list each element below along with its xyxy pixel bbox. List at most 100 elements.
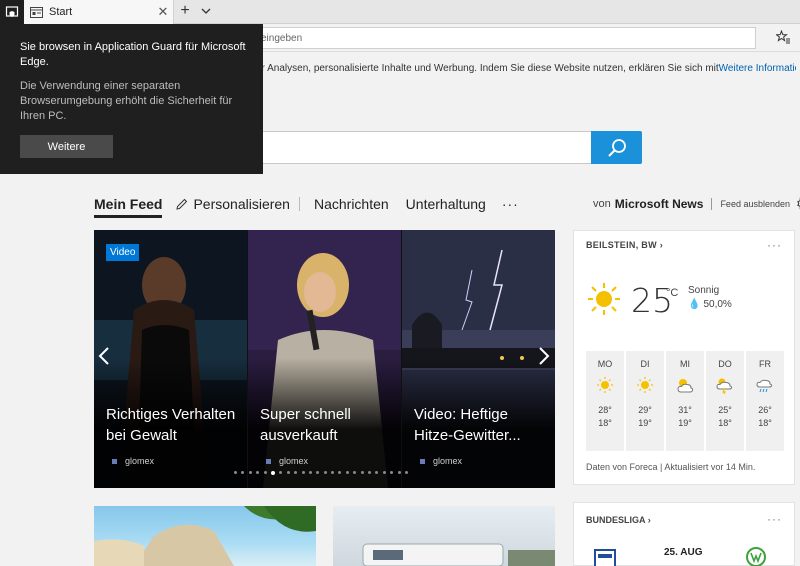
- carousel-dot[interactable]: [256, 471, 260, 474]
- provider-name: glomex: [279, 456, 309, 466]
- more-info-button[interactable]: Weitere: [20, 135, 113, 158]
- address-bar[interactable]: eingeben: [256, 27, 756, 49]
- source-prefix: von: [593, 197, 611, 210]
- slide-headline[interactable]: Video: Heftige Hitze-Gewitter...: [414, 404, 549, 446]
- news-card[interactable]: [94, 506, 316, 566]
- tab-unterhaltung[interactable]: Unterhaltung: [406, 196, 486, 212]
- cookie-text: ür Analysen, personalisierte Inhalte und…: [256, 63, 719, 74]
- search-input[interactable]: [240, 131, 592, 164]
- carousel-dot[interactable]: [279, 471, 283, 474]
- cookie-more-link[interactable]: Weitere Informationen: [719, 63, 796, 74]
- rain-icon: [746, 373, 784, 397]
- bundesliga-title[interactable]: BUNDESLIGA ›: [586, 515, 651, 525]
- feed-source: von Microsoft News Feed ausblenden: [593, 196, 800, 211]
- feed-navigation: Mein Feed Personalisieren Nachrichten Un…: [94, 193, 519, 218]
- slide-provider: glomex: [266, 456, 308, 466]
- address-placeholder: eingeben: [261, 33, 303, 44]
- personalize-button[interactable]: Personalisieren: [176, 196, 290, 212]
- weather-footer: Daten von Foreca | Aktualisiert vor 14 M…: [586, 462, 756, 472]
- forecast-day-name: DO: [718, 359, 732, 369]
- slide-headline[interactable]: Richtiges Verhalten bei Gewalt: [106, 404, 241, 446]
- page-icon: [30, 6, 43, 18]
- gear-icon[interactable]: [796, 196, 800, 211]
- forecast-low: 18°: [758, 418, 772, 428]
- application-guard-popup: Sie browsen in Application Guard für Mic…: [0, 24, 263, 174]
- weather-location-label: BEILSTEIN, BW: [586, 240, 657, 250]
- bundesliga-card: BUNDESLIGA › ··· 25. AUG: [573, 502, 795, 566]
- forecast-day[interactable]: DO 25° 18°: [706, 351, 744, 451]
- personalize-label: Personalisieren: [193, 196, 290, 212]
- carousel-dot[interactable]: [308, 471, 312, 474]
- carousel-dot[interactable]: [360, 471, 364, 474]
- carousel-dot[interactable]: [316, 471, 320, 474]
- news-carousel: Video Richtiges Verhalten bei Gewalt glo…: [94, 230, 555, 488]
- more-categories-button[interactable]: ···: [502, 196, 519, 212]
- carousel-slide[interactable]: Video: Heftige Hitze-Gewitter... glomex: [402, 230, 555, 488]
- team-crest-icon[interactable]: [594, 549, 616, 566]
- forecast-low: 19°: [638, 418, 652, 428]
- humidity-value: 50,0%: [703, 299, 732, 310]
- forecast-day[interactable]: MI 31° 19°: [666, 351, 704, 451]
- hide-feed-link[interactable]: Feed ausblenden: [720, 199, 790, 209]
- provider-name: glomex: [125, 456, 155, 466]
- forecast-day[interactable]: MO 28° 18°: [586, 351, 624, 451]
- carousel-dot[interactable]: [234, 471, 237, 474]
- favorites-star-icon[interactable]: [776, 30, 790, 44]
- carousel-dot[interactable]: [301, 471, 305, 474]
- carousel-dot[interactable]: [375, 471, 379, 474]
- bundesliga-more-button[interactable]: ···: [767, 512, 782, 526]
- carousel-prev-arrow-icon[interactable]: [98, 346, 110, 366]
- new-tab-button[interactable]: +: [176, 2, 194, 20]
- forecast-high: 28°: [598, 405, 612, 415]
- tab-mein-feed[interactable]: Mein Feed: [94, 196, 163, 218]
- carousel-dot[interactable]: [263, 471, 267, 474]
- chevron-down-icon[interactable]: [200, 5, 212, 17]
- tab-start[interactable]: Start ✕: [24, 0, 174, 24]
- slide-headline[interactable]: Super schnell ausverkauft: [260, 404, 395, 446]
- carousel-slide[interactable]: Video Richtiges Verhalten bei Gewalt glo…: [94, 230, 247, 488]
- carousel-dot[interactable]: [331, 471, 335, 474]
- carousel-dot[interactable]: [397, 471, 401, 474]
- carousel-dot[interactable]: [390, 471, 394, 474]
- carousel-dot[interactable]: [241, 471, 245, 474]
- weather-more-button[interactable]: ···: [767, 238, 782, 252]
- forecast-day[interactable]: DI 29° 19°: [626, 351, 664, 451]
- bundesliga-title-label: BUNDESLIGA: [586, 515, 646, 525]
- carousel-dot[interactable]: [248, 471, 252, 474]
- application-guard-button[interactable]: [0, 0, 24, 24]
- carousel-dot[interactable]: [286, 471, 290, 474]
- partly-cloudy-icon: [666, 373, 704, 397]
- forecast-days: MO 28° 18° DI 29° 19° MI 31° 19° DO 25° 18° FR 26° 18°: [586, 351, 786, 451]
- carousel-dot[interactable]: [323, 471, 327, 474]
- tab-nachrichten[interactable]: Nachrichten: [314, 196, 389, 212]
- carousel-dot[interactable]: [404, 471, 408, 474]
- carousel-dot[interactable]: [338, 471, 342, 474]
- carousel-next-arrow-icon[interactable]: [538, 346, 550, 366]
- forecast-day-name: MI: [680, 359, 690, 369]
- source-brand[interactable]: Microsoft News: [615, 197, 704, 211]
- close-tab-icon[interactable]: ✕: [153, 4, 173, 20]
- carousel-dot[interactable]: [368, 471, 372, 474]
- temperature-unit[interactable]: °C: [666, 287, 678, 299]
- carousel-dot[interactable]: [353, 471, 357, 474]
- search-button[interactable]: [591, 131, 642, 164]
- carousel-dot[interactable]: [270, 470, 275, 475]
- forecast-low: 19°: [678, 418, 692, 428]
- carousel-dot[interactable]: [345, 471, 349, 474]
- forecast-day-name: FR: [759, 359, 771, 369]
- forecast-high: 26°: [758, 405, 772, 415]
- card-image: [362, 543, 555, 566]
- carousel-slide[interactable]: Super schnell ausverkauft glomex: [248, 230, 401, 488]
- sun-icon: [626, 373, 664, 397]
- carousel-dot[interactable]: [294, 471, 298, 474]
- carousel-dot[interactable]: [382, 471, 386, 474]
- forecast-day[interactable]: FR 26° 18°: [746, 351, 784, 451]
- thunder-icon: [706, 373, 744, 397]
- guard-description: Die Verwendung einer separaten Browserum…: [20, 80, 233, 122]
- search-icon: [607, 138, 626, 157]
- team-crest-icon[interactable]: [746, 547, 766, 566]
- guard-title: Sie browsen in Application Guard für Mic…: [20, 41, 246, 68]
- provider-logo-icon: [112, 458, 117, 464]
- news-card[interactable]: [333, 506, 555, 566]
- weather-location[interactable]: BEILSTEIN, BW ›: [586, 240, 663, 250]
